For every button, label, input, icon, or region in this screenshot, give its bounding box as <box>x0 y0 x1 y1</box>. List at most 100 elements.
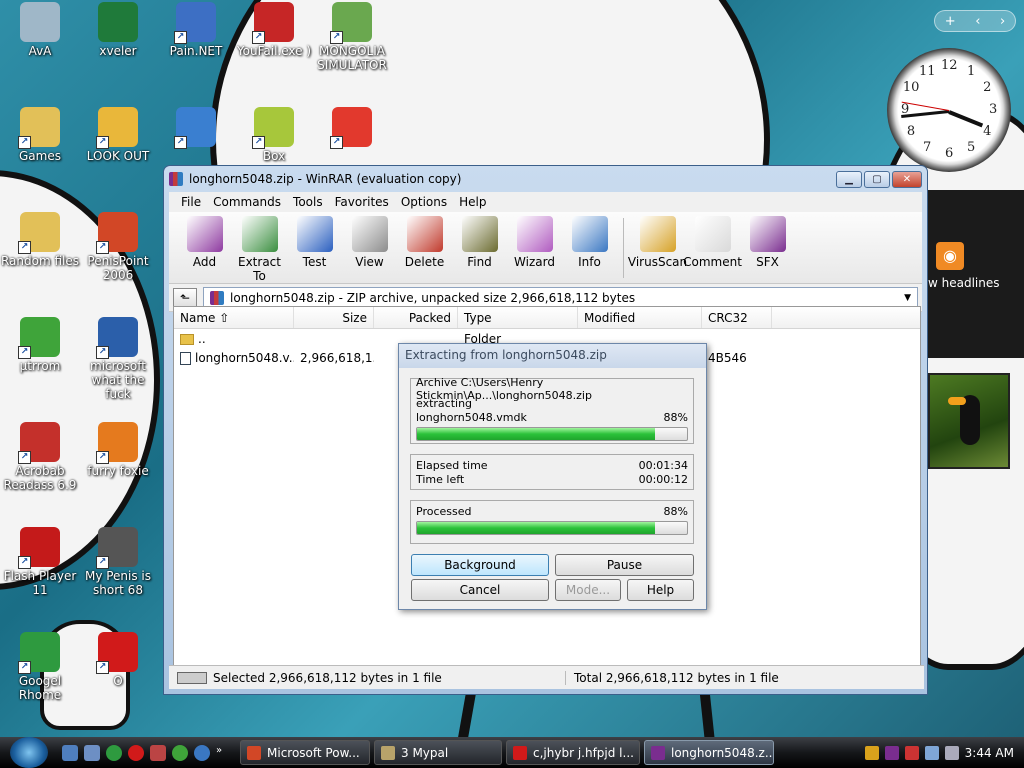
virusscan-button[interactable]: VirusScan <box>628 216 687 269</box>
pause-button[interactable]: Pause <box>555 554 694 576</box>
dropdown-arrow-icon[interactable]: ▼ <box>904 293 911 303</box>
winrar-tray-icon[interactable] <box>884 745 899 760</box>
opera-quicklaunch-icon[interactable] <box>128 744 144 761</box>
time-left-label: Time left <box>416 472 465 486</box>
clock-gadget[interactable]: 12 1 2 3 4 5 6 7 8 9 10 11 <box>887 48 1011 172</box>
taskbar-button[interactable]: c,jhybr j.hfpjd l... <box>506 740 640 765</box>
taskbar-button[interactable]: longhorn5048.z... <box>644 740 774 765</box>
key-icon <box>177 671 207 684</box>
desktop-icon[interactable]: ↗ Flash Player 11 <box>0 527 80 597</box>
updates-icon[interactable] <box>904 745 919 760</box>
menu-favorites[interactable]: Favorites <box>329 195 395 209</box>
desktop-icon[interactable]: ↗ <box>312 107 392 149</box>
help-button[interactable]: Help <box>627 579 694 601</box>
desktop-icon[interactable]: ↗ MONGOLIA SIMULATOR <box>312 2 392 72</box>
minimize-button[interactable]: ▁ <box>836 170 862 188</box>
close-button[interactable]: ✕ <box>892 170 922 188</box>
menu-tools[interactable]: Tools <box>287 195 329 209</box>
p-logo-icon: ↗ <box>330 107 372 149</box>
desktop-icon[interactable]: ↗ PenisPoint 2006 <box>78 212 158 282</box>
extract-to-button[interactable]: Extract To <box>232 216 287 283</box>
wizard-button[interactable]: Wizard <box>507 216 562 269</box>
desktop-icon[interactable]: ↗ Box <box>234 107 314 163</box>
column-header-type[interactable]: Type <box>458 307 578 328</box>
find-icon <box>461 216 498 252</box>
view-icon <box>351 216 388 252</box>
add-gadget-button[interactable]: + <box>945 14 956 29</box>
volume-icon[interactable] <box>944 745 959 760</box>
utorrent-quicklaunch-icon[interactable] <box>172 744 188 761</box>
title-bar[interactable]: longhorn5048.zip - WinRAR (evaluation co… <box>169 166 922 192</box>
desktop-icon[interactable]: ↗ O <box>78 632 158 688</box>
column-header-size[interactable]: Size <box>294 307 374 328</box>
desktop-icon[interactable]: ↗ furry foxie <box>78 422 158 478</box>
desktop-icon[interactable]: ↗ My Penis is short 68 <box>78 527 158 597</box>
processed-label: Processed <box>416 504 472 518</box>
extract-dialog: Extracting from longhorn5048.zip Archive… <box>398 343 707 610</box>
more-quicklaunch-icon[interactable]: » <box>216 745 226 761</box>
start-button[interactable] <box>10 737 48 768</box>
chrome-quicklaunch-icon[interactable] <box>106 744 122 761</box>
desktop-icon[interactable]: ↗ Acrobab Readass 6.9 <box>0 422 80 492</box>
test-button[interactable]: Test <box>287 216 342 269</box>
up-folder-button[interactable]: ⬑ <box>173 287 197 308</box>
desktop-icon[interactable]: ↗ microsoft what the fuck <box>78 317 158 401</box>
desktop-icon[interactable]: ↗ µtrrom <box>0 317 80 373</box>
column-header-modified[interactable]: Modified <box>578 307 702 328</box>
powerpoint-task-icon <box>247 745 261 760</box>
test-icon <box>296 216 333 252</box>
add-button[interactable]: Add <box>177 216 232 269</box>
desktop-icon[interactable]: ↗ YouFail.exe ) <box>234 2 314 58</box>
clock-number: 12 <box>941 58 958 73</box>
desktop-icon[interactable]: xveler <box>78 2 158 58</box>
shield-icon[interactable] <box>864 745 879 760</box>
cell-text: longhorn5048.v... <box>195 350 294 365</box>
column-header-name[interactable]: Name ⇧ <box>174 307 294 328</box>
desktop-icon[interactable]: ↗ Pain.NET <box>156 2 236 58</box>
utorrent-icon: ↗ <box>18 317 60 359</box>
desktop-icon-label: LOOK OUT <box>86 149 150 163</box>
column-header-crc32[interactable]: CRC32 <box>702 307 772 328</box>
menu-file[interactable]: File <box>175 195 207 209</box>
taskbar-button[interactable]: Microsoft Pow... <box>240 740 370 765</box>
switch-windows-icon[interactable] <box>84 744 100 761</box>
desktop-icon[interactable]: AvA <box>0 2 80 58</box>
menu-commands[interactable]: Commands <box>207 195 287 209</box>
show-desktop-icon[interactable] <box>62 744 78 761</box>
cancel-button[interactable]: Cancel <box>411 579 549 601</box>
feed-headlines-gadget[interactable]: ◉ w headlines <box>928 190 1024 358</box>
network-icon[interactable] <box>924 745 939 760</box>
menu-options[interactable]: Options <box>395 195 453 209</box>
delete-button[interactable]: Delete <box>397 216 452 269</box>
sfx-button[interactable]: SFX <box>740 216 795 269</box>
maximize-button[interactable]: ▢ <box>864 170 890 188</box>
desktop-icon[interactable]: ↗ Games <box>0 107 80 163</box>
desktop-icon[interactable]: ↗ Random files <box>0 212 80 268</box>
flower-icon: ↗ <box>330 2 372 44</box>
background-button[interactable]: Background <box>411 554 549 576</box>
menu-help[interactable]: Help <box>453 195 492 209</box>
cell-crc: 4B546 <box>702 351 772 365</box>
view-button[interactable]: View <box>342 216 397 269</box>
file-icon <box>180 351 191 365</box>
desktop-icon-label: My Penis is short 68 <box>84 569 152 597</box>
info-icon <box>571 216 608 252</box>
globe-quicklaunch-icon[interactable] <box>194 744 210 761</box>
cell-name: longhorn5048.v... <box>174 351 294 365</box>
desktop-icon[interactable]: ↗ <box>156 107 236 149</box>
tray-clock[interactable]: 3:44 AM <box>965 746 1014 760</box>
column-header-packed[interactable]: Packed <box>374 307 458 328</box>
winrar-icon <box>169 172 183 186</box>
slideshow-gadget[interactable] <box>928 373 1010 469</box>
tool-quicklaunch-icon[interactable] <box>150 744 166 761</box>
shortcut-arrow-icon: ↗ <box>330 136 343 149</box>
info-button[interactable]: Info <box>562 216 617 269</box>
dialog-title[interactable]: Extracting from longhorn5048.zip <box>399 344 706 368</box>
desktop-icon[interactable]: ↗ LOOK OUT <box>78 107 158 163</box>
prev-gadget-button[interactable]: ‹ <box>975 14 980 29</box>
find-button[interactable]: Find <box>452 216 507 269</box>
desktop-icon[interactable]: ↗ Googel Rhome <box>0 632 80 702</box>
taskbar-button[interactable]: 3 Mypal <box>374 740 502 765</box>
comment-button[interactable]: Comment <box>683 216 742 269</box>
next-gadget-button[interactable]: › <box>1000 14 1005 29</box>
